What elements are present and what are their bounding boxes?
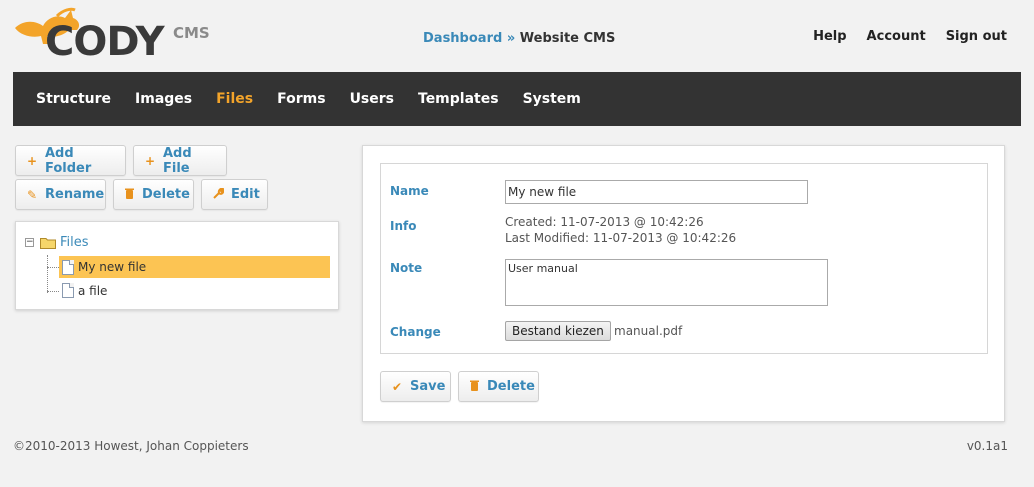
version-text: v0.1a1 [966,439,1008,453]
add-file-label: Add File [163,145,192,176]
tree-item-label: My new file [78,260,147,274]
nav-item-structure[interactable]: Structure [36,91,111,107]
delete-file-label: Delete [487,379,535,394]
add-folder-label: Add Folder [45,145,92,176]
file-icon [62,283,74,298]
tree-line [47,291,59,292]
help-link[interactable]: Help [813,29,846,44]
account-link[interactable]: Account [867,29,926,44]
checkmark-icon: ✔ [392,379,403,394]
breadcrumb-dashboard-link[interactable]: Dashboard [423,31,502,46]
rename-label: Rename [45,187,105,202]
trash-icon [125,188,134,202]
save-label: Save [410,379,446,394]
folder-icon [40,237,56,249]
tree-item-my-new-file[interactable]: My new file [59,256,330,278]
delete-button[interactable]: Delete [113,179,194,210]
trash-icon [470,380,479,394]
file-icon [62,259,74,275]
name-label: Name [390,184,429,198]
chosen-file-name: manual.pdf [614,324,683,338]
nav-item-forms[interactable]: Forms [277,91,325,107]
logo-suffix: CMS [173,24,210,42]
choose-file-button[interactable]: Bestand kiezen [505,321,611,341]
file-tree: − Files My new file a file [15,221,339,310]
pencil-icon: ✎ [27,187,38,202]
info-label: Info [390,219,417,233]
modified-text: Last Modified: 11-07-2013 @ 10:42:26 [505,231,737,245]
sign-out-link[interactable]: Sign out [946,29,1007,44]
tree-folder-files[interactable]: Files [40,235,89,250]
edit-button[interactable]: Edit [201,179,268,210]
file-form: Name Info Created: 11-07-2013 @ 10:42:26… [380,163,988,354]
name-field[interactable] [505,180,808,204]
rename-button[interactable]: ✎ Rename [15,179,106,210]
tree-line [47,255,48,293]
nav-item-system[interactable]: System [523,91,581,107]
top-links: Help Account Sign out [813,29,1007,44]
tree-collapse-toggle[interactable]: − [25,238,34,247]
main-nav: Structure Images Files Forms Users Templ… [13,72,1021,126]
delete-label: Delete [142,187,190,202]
tree-item-label: a file [78,283,108,298]
change-label: Change [390,325,441,339]
nav-item-files[interactable]: Files [216,91,253,107]
logo-wordmark: CODY [45,19,165,65]
wrench-icon [213,186,225,202]
add-file-button[interactable]: + Add File [133,145,227,176]
plus-icon: + [145,153,156,168]
breadcrumb: Dashboard » Website CMS [423,31,615,46]
note-field[interactable]: User manual [505,259,828,306]
add-folder-button[interactable]: + Add Folder [15,145,126,176]
save-button[interactable]: ✔ Save [380,371,451,402]
nav-item-images[interactable]: Images [135,91,192,107]
edit-label: Edit [231,187,260,202]
note-label: Note [390,261,423,275]
tree-item-a-file[interactable]: a file [62,283,107,298]
nav-item-templates[interactable]: Templates [418,91,499,107]
delete-file-button[interactable]: Delete [458,371,539,402]
copyright-text: ©2010-2013 Howest, Johan Coppieters [13,439,249,453]
tree-line [47,267,59,268]
plus-icon: + [27,153,38,168]
file-edit-panel: Name Info Created: 11-07-2013 @ 10:42:26… [362,145,1005,422]
tree-folder-label: Files [60,235,89,250]
breadcrumb-separator: » [506,31,516,46]
cody-logo[interactable]: CODY CMS [13,6,213,68]
breadcrumb-current: Website CMS [519,31,616,46]
nav-item-users[interactable]: Users [350,91,394,107]
created-text: Created: 11-07-2013 @ 10:42:26 [505,215,704,229]
